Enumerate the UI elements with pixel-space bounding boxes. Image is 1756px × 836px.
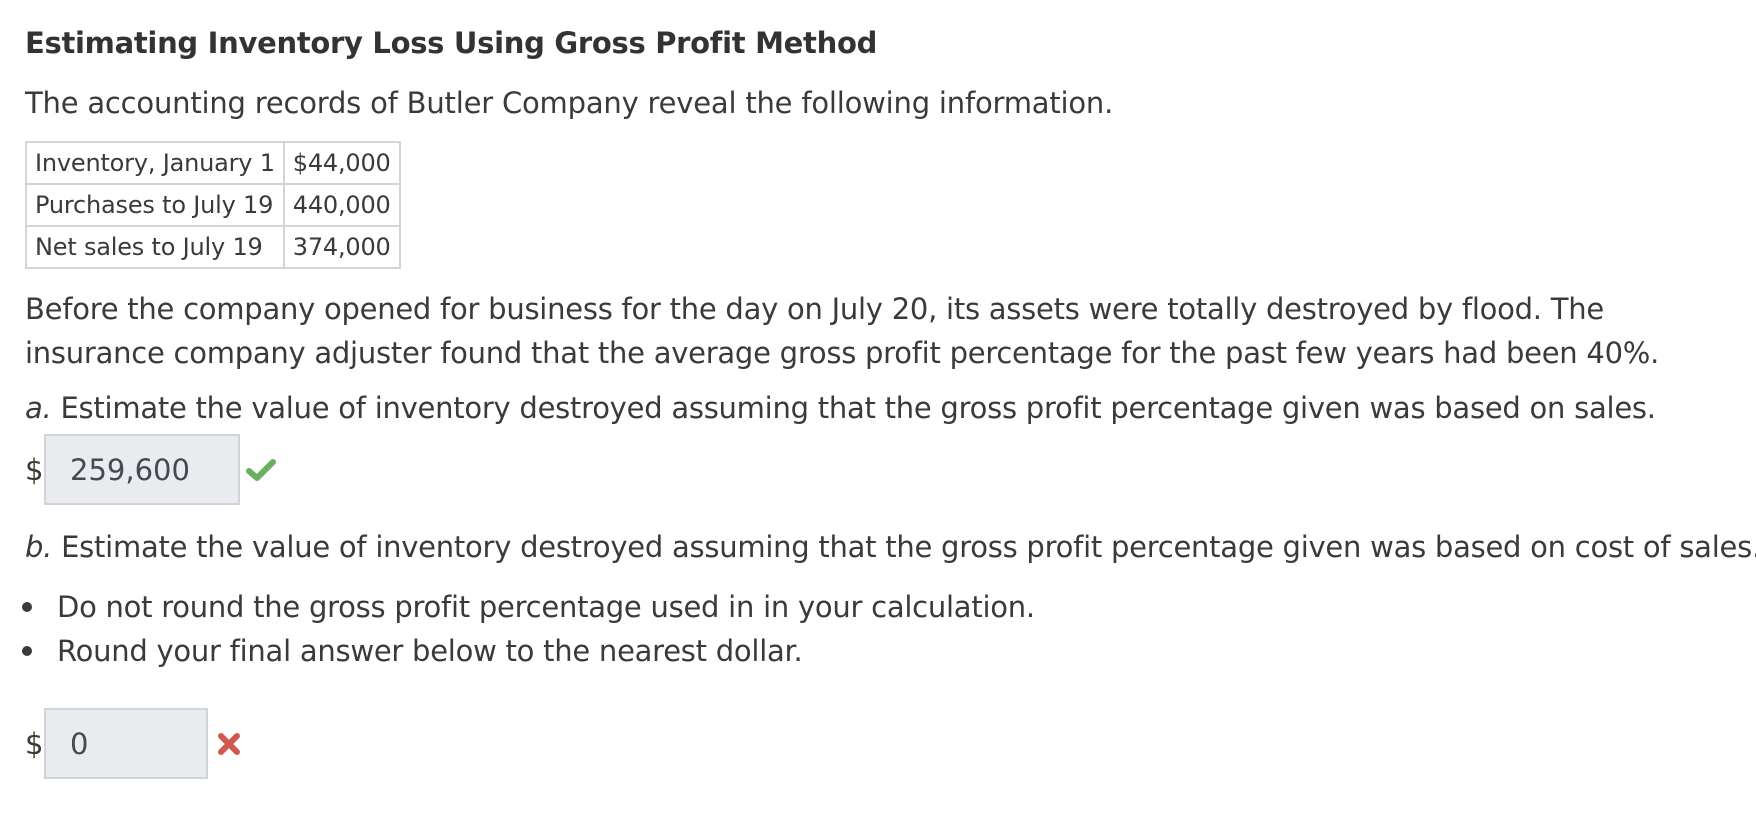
table-row: Inventory, January 1 $44,000	[25, 141, 401, 185]
list-item: Do not round the gross profit percentage…	[22, 585, 1035, 629]
row-value: 440,000	[282, 183, 401, 227]
row-label: Purchases to July 19	[25, 183, 285, 227]
instruction-text: Do not round the gross profit percentage…	[57, 590, 1035, 624]
currency-symbol: $	[25, 452, 44, 487]
row-value: 374,000	[282, 225, 401, 269]
x-icon	[214, 729, 244, 759]
instructions-list: Do not round the gross profit percentage…	[22, 585, 1035, 673]
list-item: Round your final answer below to the nea…	[22, 629, 1035, 673]
check-icon	[246, 455, 276, 485]
question-b-letter: b.	[25, 530, 53, 564]
question-b: b. Estimate the value of inventory destr…	[25, 530, 1756, 564]
answer-a-input[interactable]	[44, 434, 240, 505]
table-row: Net sales to July 19 374,000	[25, 225, 401, 269]
row-label: Inventory, January 1	[25, 141, 285, 185]
answer-b-input[interactable]	[44, 708, 208, 779]
page-title: Estimating Inventory Loss Using Gross Pr…	[25, 26, 878, 60]
answer-b-row: $	[25, 708, 244, 779]
bullet-icon	[22, 646, 32, 656]
question-a-letter: a.	[25, 391, 52, 425]
row-label: Net sales to July 19	[25, 225, 285, 269]
answer-a-row: $	[25, 434, 276, 505]
question-a-text: Estimate the value of inventory destroye…	[51, 391, 1656, 425]
table-row: Purchases to July 19 440,000	[25, 183, 401, 227]
currency-symbol: $	[25, 726, 44, 761]
instruction-text: Round your final answer below to the nea…	[57, 634, 803, 668]
question-a: a. Estimate the value of inventory destr…	[25, 391, 1656, 425]
scenario-text: Before the company opened for business f…	[25, 292, 1660, 370]
question-b-text: Estimate the value of inventory destroye…	[52, 530, 1756, 564]
records-table: Inventory, January 1 $44,000 Purchases t…	[25, 141, 401, 269]
row-value: $44,000	[282, 141, 401, 185]
intro-text: The accounting records of Butler Company…	[25, 86, 1114, 120]
bullet-icon	[22, 602, 32, 612]
